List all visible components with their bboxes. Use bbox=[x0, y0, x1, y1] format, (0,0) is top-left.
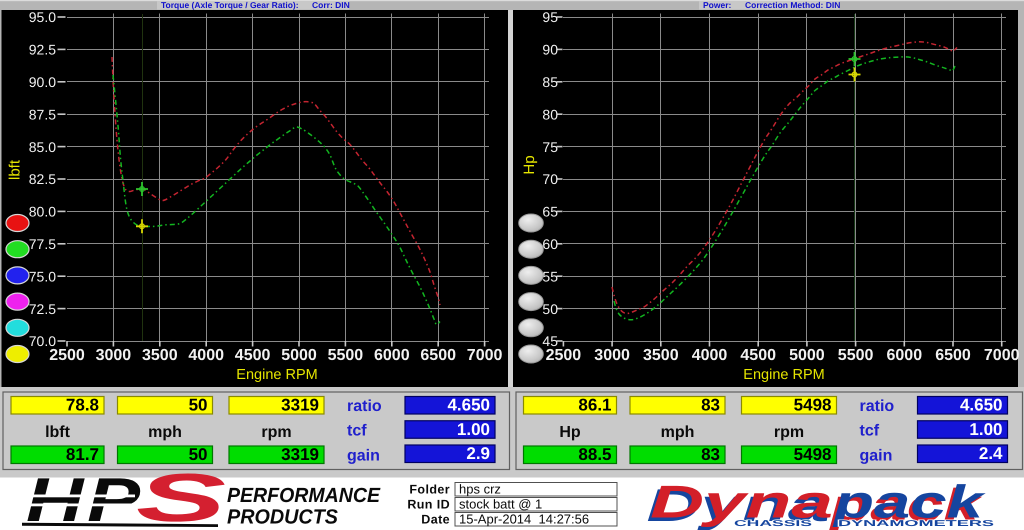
svg-text:72.5: 72.5 bbox=[29, 301, 56, 317]
svg-text:75.0: 75.0 bbox=[29, 268, 56, 284]
svg-text:6500: 6500 bbox=[935, 347, 971, 364]
svg-text:S: S bbox=[136, 460, 226, 530]
svg-text:Corr: DIN: Corr: DIN bbox=[312, 0, 350, 10]
svg-text:2500: 2500 bbox=[49, 347, 85, 364]
svg-text:65: 65 bbox=[542, 204, 558, 220]
svg-text:rpm: rpm bbox=[774, 424, 804, 441]
svg-text:5500: 5500 bbox=[328, 347, 364, 364]
svg-text:5000: 5000 bbox=[789, 347, 825, 364]
svg-text:3000: 3000 bbox=[594, 347, 630, 364]
svg-text:PRODUCTS: PRODUCTS bbox=[227, 506, 338, 529]
svg-text:gain: gain bbox=[860, 448, 893, 465]
svg-text:DYNAMOMETERS: DYNAMOMETERS bbox=[838, 518, 995, 528]
svg-text:3319: 3319 bbox=[281, 445, 319, 464]
svg-text:rpm: rpm bbox=[261, 424, 291, 441]
svg-text:Folder: Folder bbox=[409, 483, 450, 497]
svg-text:7000: 7000 bbox=[984, 347, 1020, 364]
svg-text:95.0: 95.0 bbox=[29, 9, 56, 25]
svg-text:1.00: 1.00 bbox=[457, 420, 490, 439]
svg-text:Engine RPM: Engine RPM bbox=[236, 367, 317, 383]
svg-text:87.5: 87.5 bbox=[29, 106, 56, 122]
svg-text:Date: Date bbox=[421, 513, 450, 527]
svg-text:Torque (Axle Torque / Gear Rat: Torque (Axle Torque / Gear Ratio): bbox=[161, 0, 299, 10]
svg-text:55: 55 bbox=[542, 268, 558, 284]
svg-text:90.0: 90.0 bbox=[29, 74, 56, 90]
svg-text:2.9: 2.9 bbox=[466, 444, 490, 463]
svg-text:6000: 6000 bbox=[374, 347, 410, 364]
svg-text:mph: mph bbox=[148, 424, 182, 441]
svg-text:Power:: Power: bbox=[703, 0, 732, 10]
svg-text:75: 75 bbox=[542, 139, 558, 155]
svg-text:90: 90 bbox=[542, 42, 558, 58]
svg-text:Correction Method: DIN: Correction Method: DIN bbox=[745, 0, 840, 10]
svg-text:tcf: tcf bbox=[347, 423, 367, 440]
svg-text:15-Apr-2014 14:27:56: 15-Apr-2014 14:27:56 bbox=[459, 512, 589, 527]
svg-text:85.0: 85.0 bbox=[29, 139, 56, 155]
svg-text:3000: 3000 bbox=[96, 347, 132, 364]
svg-text:1.00: 1.00 bbox=[969, 420, 1002, 439]
svg-text:lbft: lbft bbox=[7, 159, 24, 180]
svg-text:77.5: 77.5 bbox=[29, 236, 56, 252]
svg-text:85: 85 bbox=[542, 74, 558, 90]
svg-text:81.7: 81.7 bbox=[66, 445, 99, 464]
svg-text:3319: 3319 bbox=[281, 396, 319, 415]
svg-text:5000: 5000 bbox=[281, 347, 317, 364]
svg-text:4500: 4500 bbox=[740, 347, 776, 364]
svg-text:5500: 5500 bbox=[838, 347, 874, 364]
svg-text:gain: gain bbox=[347, 448, 380, 465]
svg-text:80: 80 bbox=[542, 106, 558, 122]
svg-text:2500: 2500 bbox=[546, 347, 582, 364]
svg-text:7000: 7000 bbox=[467, 347, 503, 364]
svg-text:4.650: 4.650 bbox=[447, 396, 490, 415]
svg-text:4000: 4000 bbox=[692, 347, 728, 364]
svg-text:86.1: 86.1 bbox=[578, 396, 611, 415]
svg-text:hps crz: hps crz bbox=[459, 482, 501, 497]
svg-text:95: 95 bbox=[542, 9, 558, 25]
svg-text:stock batt @ 1: stock batt @ 1 bbox=[459, 497, 542, 512]
svg-text:4500: 4500 bbox=[235, 347, 271, 364]
svg-text:92.5: 92.5 bbox=[29, 42, 56, 58]
svg-text:88.5: 88.5 bbox=[578, 445, 611, 464]
svg-text:Engine RPM: Engine RPM bbox=[743, 367, 824, 383]
svg-text:5498: 5498 bbox=[794, 445, 832, 464]
svg-text:ratio: ratio bbox=[860, 398, 895, 415]
svg-text:4.650: 4.650 bbox=[960, 396, 1003, 415]
svg-text:50: 50 bbox=[542, 301, 558, 317]
svg-text:4000: 4000 bbox=[188, 347, 224, 364]
svg-text:ratio: ratio bbox=[347, 398, 382, 415]
svg-text:50: 50 bbox=[189, 396, 208, 415]
svg-text:6500: 6500 bbox=[420, 347, 456, 364]
svg-text:HP: HP bbox=[26, 466, 144, 530]
svg-text:2.4: 2.4 bbox=[979, 444, 1003, 463]
svg-text:mph: mph bbox=[661, 424, 695, 441]
svg-text:3500: 3500 bbox=[142, 347, 178, 364]
svg-text:70: 70 bbox=[542, 171, 558, 187]
svg-text:lbft: lbft bbox=[45, 424, 71, 441]
svg-text:Run ID: Run ID bbox=[407, 498, 450, 512]
svg-text:Hp: Hp bbox=[521, 155, 538, 174]
svg-text:78.8: 78.8 bbox=[66, 396, 99, 415]
svg-text:6000: 6000 bbox=[887, 347, 923, 364]
svg-text:82.5: 82.5 bbox=[29, 171, 56, 187]
svg-text:80.0: 80.0 bbox=[29, 204, 56, 220]
svg-text:83: 83 bbox=[701, 445, 720, 464]
svg-text:tcf: tcf bbox=[860, 423, 880, 440]
svg-text:83: 83 bbox=[701, 396, 720, 415]
svg-text:PERFORMANCE: PERFORMANCE bbox=[227, 484, 381, 507]
svg-text:60: 60 bbox=[542, 236, 558, 252]
svg-text:5498: 5498 bbox=[794, 396, 832, 415]
svg-text:3500: 3500 bbox=[643, 347, 679, 364]
svg-text:Hp: Hp bbox=[559, 424, 581, 441]
svg-text:CHASSIS: CHASSIS bbox=[734, 518, 813, 528]
